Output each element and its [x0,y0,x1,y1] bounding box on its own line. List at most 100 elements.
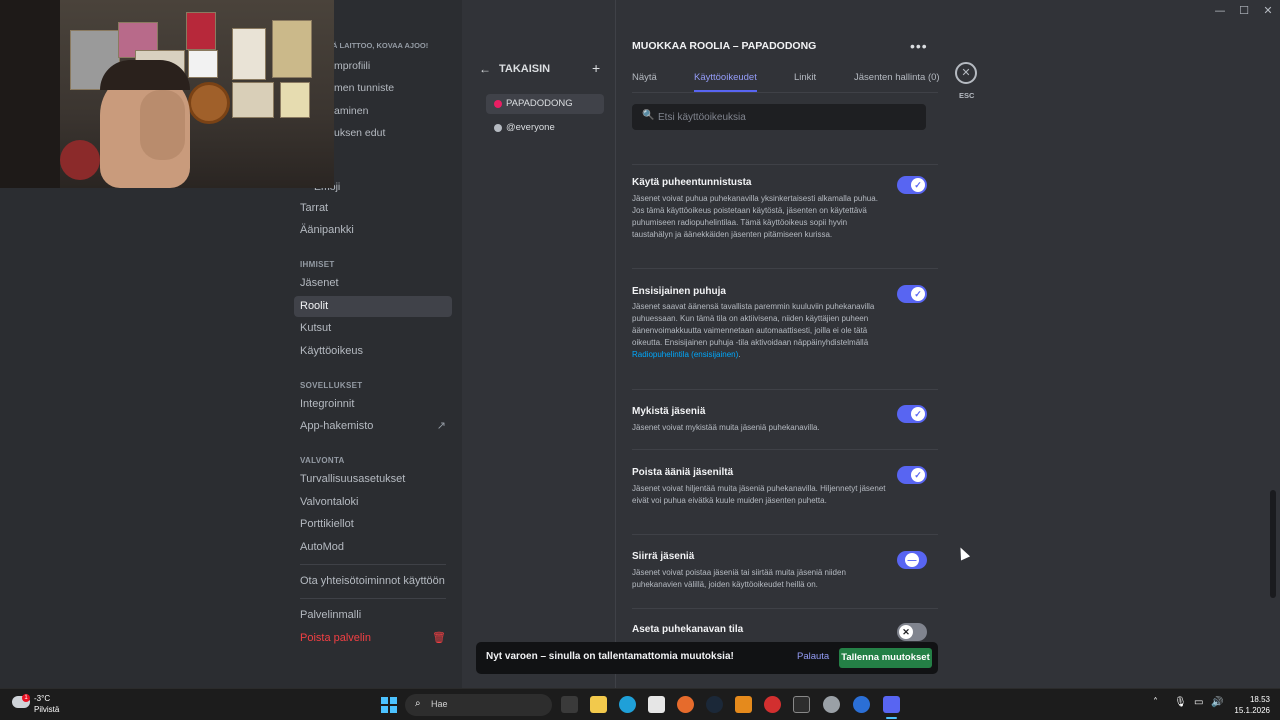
arrow-left-icon: ← [479,62,491,76]
steam-icon[interactable] [706,696,723,713]
permission-description: Jäsenet voivat mykistää muita jäseniä pu… [632,423,820,432]
role-item-everyone[interactable]: @everyone [486,118,604,138]
nav-item-stickers[interactable]: Tarrat [294,198,452,219]
nav-item-safety-setup[interactable]: Turvallisuusasetukset [294,469,452,490]
volume-icon[interactable]: 🔊 [1211,697,1223,708]
settings-icon[interactable] [823,696,840,713]
nav-item-label: Jäsenet [300,277,339,289]
tab-display[interactable]: Näytä [632,72,657,83]
nav-item-label: Poista palvelin [300,632,371,644]
nav-item-delete-server[interactable]: Poista palvelin 🗑 [294,628,452,649]
external-link-icon: ↗ [436,420,446,432]
permission-description: Jäsenet voivat hiljentää muita jäseniä p… [632,484,886,505]
notification-badge: 1 [22,694,30,702]
windows-start-icon[interactable] [381,697,397,713]
nav-item-integrations[interactable]: Integroinnit [294,394,452,415]
permission-toggle-deafen-members[interactable]: ✓ [897,466,927,484]
permission-description-text: Jäsenet saavat äänensä tavallista paremm… [632,302,875,347]
app-icon[interactable] [853,696,870,713]
close-window-icon[interactable]: ✕ [1256,4,1280,18]
nav-item-members[interactable]: Jäsenet [294,273,452,294]
system-clock[interactable]: 18.53 15.1.2026 [1230,694,1270,716]
nav-item-label: Integroinnit [300,398,355,410]
toggle-pending-icon: — [905,553,919,567]
nav-section-apps: SOVELLUKSET [300,381,363,390]
scrollbar[interactable] [1270,490,1276,598]
nav-item-engagement[interactable]: aminen [334,105,368,117]
opera-icon[interactable] [764,696,781,713]
edge-icon[interactable] [619,696,636,713]
tab-links[interactable]: Linkit [794,72,816,83]
nav-item-server-template[interactable]: Palvelinmalli [294,605,452,626]
permission-title: Siirrä jäseniä [632,551,695,562]
display-icon[interactable]: ▭ [1194,697,1203,708]
check-icon: ✓ [911,468,925,482]
nav-item-roles[interactable]: Roolit [294,296,452,317]
nav-item-soundboard[interactable]: Äänipankki [294,220,452,241]
chevron-up-icon[interactable]: ˄ [1153,697,1158,708]
nav-item-access[interactable]: Käyttöoikeus [294,341,452,362]
nav-section-people: IHMISET [300,260,335,269]
active-tab-indicator [694,90,757,92]
vlc-icon[interactable] [735,696,752,713]
divider [632,608,938,609]
nav-item-boost-perks[interactable]: uksen edut [334,127,385,139]
keybind-link[interactable]: Radiopuhelintila (ensisijainen) [632,350,738,359]
webcam-shadow [0,0,60,188]
nav-item-app-directory[interactable]: App-hakemisto ↗ [294,416,452,437]
tab-manage-members[interactable]: Jäsenten hallinta (0) [854,72,940,83]
permission-toggle-mute-members[interactable]: ✓ [897,405,927,423]
plus-icon[interactable]: + [592,60,600,76]
store-icon[interactable] [648,696,665,713]
tab-permissions[interactable]: Käyttöoikeudet [694,72,757,83]
weather-condition: Pilvistä [34,705,60,714]
divider [300,564,446,565]
file-explorer-icon[interactable] [590,696,607,713]
divider [632,268,938,269]
nav-item-label: Porttikiellot [300,518,354,530]
nav-item-automod[interactable]: AutoMod [294,537,452,558]
discord-icon[interactable] [883,696,900,719]
task-view-icon[interactable] [561,696,578,713]
nav-item-server-profile[interactable]: mprofiili [334,60,370,72]
clock-time: 18.53 [1249,695,1270,704]
discord-window: Ä LAITTOO, KOVAA AJOO! mprofiili men tun… [0,0,1280,688]
back-button[interactable]: ← TAKAISIN [479,62,550,76]
search-icon: 🔍 [642,110,655,121]
role-color-dot [494,124,502,132]
role-color-dot [494,100,502,108]
close-icon[interactable]: ✕ [955,62,977,84]
minimize-icon[interactable]: — [1208,4,1232,18]
permission-toggle-priority-speaker[interactable]: ✓ [897,285,927,303]
page-title: MUOKKAA ROOLIA – PAPADODONG [632,40,817,52]
role-item-papadodong[interactable]: PAPADODONG [486,94,604,114]
maximize-icon[interactable]: ☐ [1232,4,1256,18]
nav-item-label: Tarrat [300,202,329,214]
permission-toggle-set-voice-status[interactable]: ✕ [897,623,927,641]
check-icon: ✓ [911,287,925,301]
terminal-icon[interactable] [793,696,810,713]
taskbar-search[interactable]: ⌕ Hae [405,694,552,716]
divider [632,449,938,450]
nav-item-audit-log[interactable]: Valvontaloki [294,492,452,513]
esc-label: ESC [959,91,975,100]
mic-icon[interactable]: 🎙 [1174,697,1187,708]
save-changes-button[interactable]: Tallenna muutokset [839,648,932,668]
taskbar: 1 -3°C Pilvistä ⌕ Hae ˄ 🎙 ▭ 🔊 18.53 15.1… [0,688,1280,720]
reset-button[interactable]: Palauta [797,651,829,662]
more-horizontal-icon[interactable]: ••• [910,38,928,54]
permission-toggle-move-members[interactable]: — [897,551,927,569]
unsaved-changes-bar: Nyt varoen – sinulla on tallentamattomia… [476,642,938,674]
window-controls: — ☐ ✕ [1208,4,1280,18]
webcam-person-hand [140,90,185,160]
nav-item-enable-community[interactable]: Ota yhteisötoiminnot käyttöön [294,571,452,592]
nav-item-bans[interactable]: Porttikiellot [294,514,452,535]
nav-item-invites[interactable]: Kutsut [294,318,452,339]
check-icon: ✓ [911,178,925,192]
search-input[interactable] [658,104,918,130]
nav-item-server-tag[interactable]: men tunniste [334,82,394,94]
permission-description: Jäsenet saavat äänensä tavallista paremm… [632,301,886,361]
permission-toggle-voice-activity[interactable]: ✓ [897,176,927,194]
firefox-icon[interactable] [677,696,694,713]
webcam-overlay [0,0,334,188]
